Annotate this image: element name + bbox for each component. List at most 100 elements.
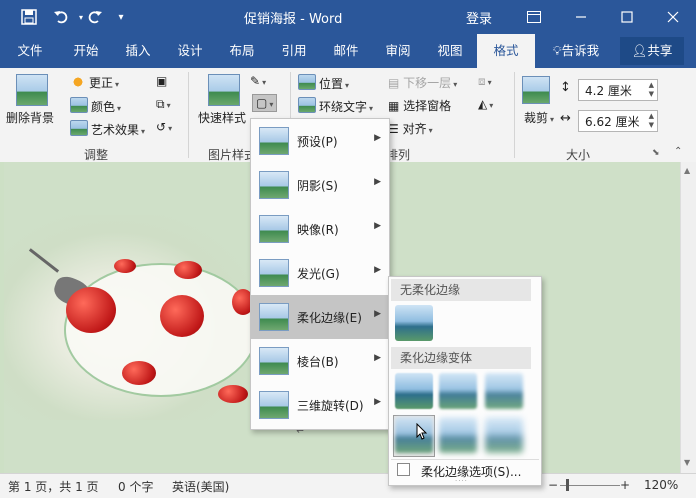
- strawberry-shape: [66, 287, 116, 333]
- group-label-adjust: 调整: [84, 148, 109, 162]
- send-backward-button[interactable]: ▤ 下移一层 ▾: [388, 74, 457, 91]
- language-indicator[interactable]: 英语(美国): [172, 478, 229, 495]
- resize-grip-icon[interactable]: ····: [455, 477, 468, 485]
- word-count[interactable]: 0 个字: [118, 478, 153, 495]
- rotate-icon[interactable]: ◭ ▾: [478, 97, 493, 111]
- close-icon[interactable]: [662, 6, 684, 28]
- maximize-icon[interactable]: [616, 6, 638, 28]
- wrap-text-button[interactable]: 环绕文字 ▾: [298, 97, 373, 115]
- group-label-size: 大小: [566, 148, 591, 162]
- corrections-button[interactable]: 更正 ▾: [70, 74, 119, 91]
- spinner-arrows-icon[interactable]: ▲ ▼: [649, 81, 654, 99]
- spoon-handle: [28, 248, 60, 273]
- collapse-ribbon-icon[interactable]: ⌃: [674, 146, 682, 157]
- crop-button[interactable]: 裁剪 ▾: [524, 109, 554, 126]
- color-button[interactable]: 颜色 ▾: [70, 97, 121, 115]
- soft-edge-variant-5[interactable]: [439, 417, 477, 453]
- ribbon-display-icon[interactable]: [523, 6, 545, 28]
- share-button[interactable]: 👤︎共享: [620, 37, 684, 65]
- zoom-slider[interactable]: [560, 485, 620, 486]
- soft-edge-variant-6[interactable]: [485, 417, 523, 453]
- tell-me-search[interactable]: 💡︎告诉我: [546, 34, 606, 68]
- redo-icon[interactable]: [84, 6, 106, 28]
- zoom-level[interactable]: 120%: [644, 478, 678, 492]
- picture-effects-button[interactable]: ▢ ▾: [252, 94, 278, 112]
- tab-file[interactable]: 文件: [8, 34, 52, 68]
- quick-styles-button[interactable]: 快速样式: [198, 109, 246, 126]
- chevron-right-icon: ▶: [374, 353, 381, 363]
- soft-edge-variant-2[interactable]: [439, 373, 477, 409]
- login-link[interactable]: 登录: [466, 8, 492, 27]
- sun-icon: [70, 75, 86, 89]
- save-icon[interactable]: [18, 6, 40, 28]
- position-icon: [298, 74, 316, 90]
- selection-pane-button[interactable]: ▦ 选择窗格: [388, 97, 451, 114]
- menu-item-soft-edges[interactable]: 柔化边缘(E) ▶: [251, 295, 389, 339]
- tab-layout[interactable]: 布局: [220, 34, 264, 68]
- reset-picture-icon[interactable]: ↺ ▾: [156, 120, 172, 134]
- crop-icon: [522, 76, 550, 104]
- strawberry-dessert-image[interactable]: [4, 215, 258, 420]
- selection-pane-icon: ▦: [388, 99, 400, 113]
- artistic-effects-button[interactable]: 艺术效果 ▾: [70, 120, 145, 138]
- menu-item-preset[interactable]: 预设(P) ▶: [251, 119, 389, 163]
- tab-home[interactable]: 开始: [64, 34, 108, 68]
- tab-format[interactable]: 格式: [477, 34, 535, 68]
- person-icon: 👤︎: [631, 43, 648, 58]
- divider: [391, 459, 539, 460]
- customize-toolbar-icon[interactable]: ▾: [110, 6, 132, 28]
- width-field[interactable]: 6.62 厘米 ▲ ▼: [578, 110, 658, 132]
- soft-edge-none-option[interactable]: [395, 305, 433, 341]
- undo-icon[interactable]: [50, 6, 72, 28]
- lightbulb-icon: 💡︎: [552, 43, 562, 58]
- zoom-slider-thumb[interactable]: [566, 479, 569, 491]
- tab-review[interactable]: 审阅: [376, 34, 420, 68]
- strawberry-shape: [218, 385, 248, 403]
- soft-edges-options-link[interactable]: 柔化边缘选项(S)...: [421, 463, 521, 480]
- page-count[interactable]: 第 1 页，共 1 页: [8, 478, 99, 495]
- tab-insert[interactable]: 插入: [116, 34, 160, 68]
- picture-border-button[interactable]: ✎ ▾: [250, 74, 266, 88]
- spinner-arrows-icon[interactable]: ▲ ▼: [649, 112, 654, 130]
- chevron-down-icon: ▾: [115, 80, 120, 89]
- height-field[interactable]: 4.2 厘米 ▲ ▼: [578, 79, 658, 101]
- soft-edge-variant-3[interactable]: [485, 373, 523, 409]
- strawberry-shape: [174, 261, 202, 279]
- height-icon: ↕: [560, 80, 571, 95]
- scroll-down-icon[interactable]: ▼: [684, 458, 690, 467]
- soft-edge-variant-1[interactable]: [395, 373, 433, 409]
- title-bar: ▾ ▾ 促销海报 - Word 登录: [0, 0, 696, 34]
- menu-item-reflection[interactable]: 映像(R) ▶: [251, 207, 389, 251]
- picture-effects-menu: 预设(P) ▶ 阴影(S) ▶ 映像(R) ▶ 发光(G) ▶ 柔化边缘(E) …: [250, 118, 390, 430]
- artistic-effects-icon: [70, 120, 88, 136]
- align-button[interactable]: ☰ 对齐 ▾: [388, 120, 433, 137]
- size-dialog-launcher-icon[interactable]: ⬊: [652, 148, 660, 158]
- zoom-in-icon[interactable]: +: [620, 478, 630, 492]
- color-icon: [70, 97, 88, 113]
- menu-item-3d-rotation[interactable]: 三维旋转(D) ▶: [251, 383, 389, 427]
- group-objects-icon[interactable]: ⧈ ▾: [478, 74, 492, 89]
- tab-references[interactable]: 引用: [272, 34, 316, 68]
- soft-edges-icon: [259, 303, 289, 331]
- strawberry-shape: [160, 295, 204, 337]
- strawberry-shape: [114, 259, 136, 273]
- soft-edges-options-checkbox-icon: [397, 463, 410, 476]
- bevel-icon: [259, 347, 289, 375]
- menu-item-bevel[interactable]: 棱台(B) ▶: [251, 339, 389, 383]
- menu-item-shadow[interactable]: 阴影(S) ▶: [251, 163, 389, 207]
- status-bar: 第 1 页，共 1 页 0 个字 英语(美国) − + 120%: [0, 473, 696, 498]
- tab-mailings[interactable]: 邮件: [324, 34, 368, 68]
- remove-background-button[interactable]: 删除背景: [6, 109, 54, 126]
- vertical-scrollbar[interactable]: ▲ ▼: [680, 162, 696, 473]
- position-button[interactable]: 位置 ▾: [298, 74, 349, 92]
- menu-item-glow[interactable]: 发光(G) ▶: [251, 251, 389, 295]
- change-picture-icon[interactable]: ⧉ ▾: [156, 97, 171, 112]
- chevron-right-icon: ▶: [374, 221, 381, 231]
- tab-view[interactable]: 视图: [428, 34, 472, 68]
- chevron-right-icon: ▶: [374, 177, 381, 187]
- zoom-out-icon[interactable]: −: [548, 478, 558, 492]
- tab-design[interactable]: 设计: [168, 34, 212, 68]
- compress-pictures-icon[interactable]: ▣: [156, 74, 167, 88]
- minimize-icon[interactable]: [570, 6, 592, 28]
- scroll-up-icon[interactable]: ▲: [684, 166, 690, 175]
